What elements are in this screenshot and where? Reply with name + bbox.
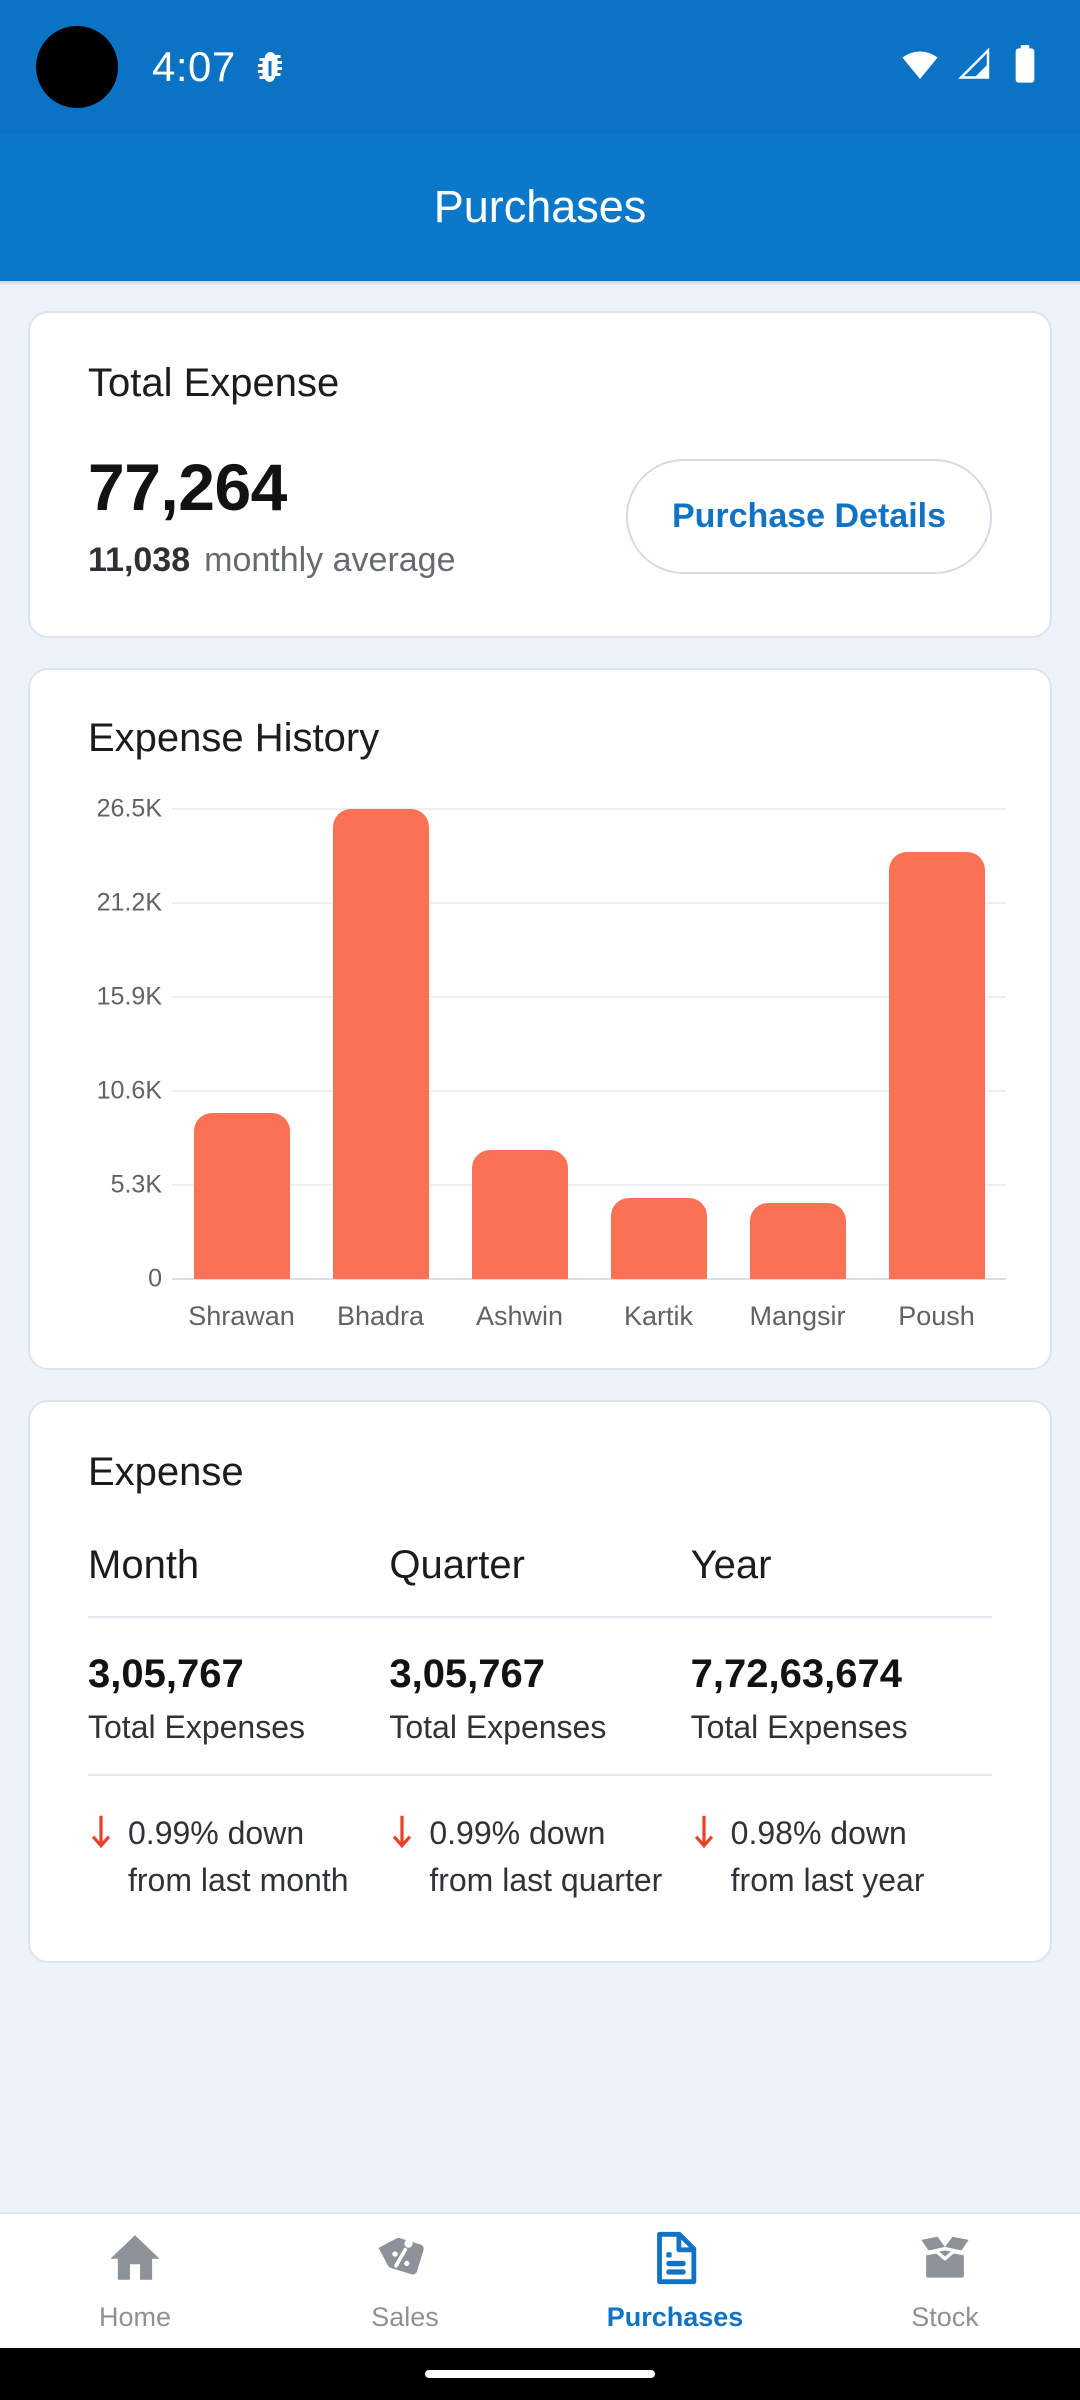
chart-y-tick: 10.6K [96,1076,162,1105]
status-bar: 4:07 [0,0,1080,133]
scroll-content[interactable]: Total Expense 77,264 11,038 monthly avera… [0,285,1080,2216]
expense-trend-text-quarter: 0.99% down from last quarter [429,1815,663,1898]
expense-header-year: Year [690,1543,772,1588]
chart-y-tick: 21.2K [96,888,162,917]
expense-trend-text-month: 0.99% down from last month [128,1815,349,1898]
chart-bar-slot[interactable] [450,809,589,1280]
chart-x-label: Kartik [623,1301,694,1332]
monthly-average-value: 11,038 [88,541,191,580]
nav-label-home: Home [98,2302,172,2332]
expense-caption-quarter: Total Expenses [389,1709,607,1746]
expense-history-title: Expense History [88,716,380,761]
expense-column-year: Year [691,1543,992,1588]
cellular-signal-icon [958,46,994,87]
system-gesture-bar [0,2348,1080,2400]
expense-amount-month: 3,05,767 [88,1652,244,1697]
expense-trend-text-year: 0.98% down from last year [730,1815,925,1898]
battery-icon [1012,44,1038,89]
chart-x-label: Bhadra [336,1301,425,1332]
expense-trends-row: 0.99% down from last month 0.99% down from… [88,1810,992,1903]
chart-y-tick: 15.9K [96,982,162,1011]
arrow-down-icon [88,1814,114,1862]
chart-bar-slot[interactable] [867,809,1006,1280]
expense-history-chart[interactable]: 0 5.3K 10.6K 15.9K 21.2K 26.5K [60,795,1006,1293]
chart-bar[interactable] [332,809,429,1280]
expense-header-row: Month Quarter Year [88,1543,992,1588]
chart-x-label: Poush [898,1301,975,1332]
arrow-down-icon [691,1814,717,1862]
total-expense-card: Total Expense 77,264 11,038 monthly avera… [28,311,1052,639]
expense-column-month: Month [88,1543,389,1588]
camera-punch-hole [36,25,118,108]
total-expense-row: 77,264 11,038 monthly average Purchase De… [88,450,992,580]
chart-y-tick: 26.5K [96,794,162,823]
chart-y-tick: 0 [148,1264,162,1293]
status-bar-clock: 4:07 [152,42,236,90]
expense-divider-bottom [88,1774,992,1777]
bottom-navigation-bar: Home Sales Purchases Stock [0,2212,1080,2348]
nav-item-stock[interactable]: Stock [810,2229,1080,2333]
expense-header-month: Month [88,1543,200,1588]
expense-value-quarter: 3,05,767 Total Expenses [389,1652,690,1746]
monthly-average: 11,038 monthly average [88,541,456,580]
wifi-icon [900,44,940,89]
gesture-pill[interactable] [425,2370,655,2378]
page-title: Purchases [433,181,647,232]
chart-bar[interactable] [193,1112,290,1280]
expense-amount-year: 7,72,63,674 [690,1652,902,1697]
expense-trend-quarter: 0.99% down from last quarter [389,1810,690,1903]
monthly-average-label: monthly average [204,541,456,580]
expense-caption-month: Total Expenses [88,1709,306,1746]
app-bar: Purchases [0,133,1080,281]
chart-x-label: Ashwin [475,1301,564,1332]
chart-x-label: Shrawan [188,1301,295,1332]
chart-plot-area [172,808,1006,1281]
chart-x-label: Mangsir [749,1301,846,1332]
status-bar-icons [900,44,1038,89]
chart-bars [172,809,1006,1280]
expense-column-quarter: Quarter [389,1543,690,1588]
chart-x-axis-labels: Shrawan Bhadra Ashwin Kartik Mangsir Poush [172,1301,1006,1332]
chart-bar-slot[interactable] [728,809,867,1280]
nav-item-sales[interactable]: Sales [270,2229,540,2333]
chart-bar[interactable] [610,1197,707,1280]
expense-value-year: 7,72,63,674 Total Expenses [691,1652,992,1746]
expense-summary-title: Expense [88,1450,244,1495]
purchase-details-button[interactable]: Purchase Details [625,458,992,574]
invoice-document-icon [646,2229,704,2292]
chart-bar[interactable] [888,851,985,1280]
total-expense-amount: 77,264 [88,450,287,524]
nav-item-home[interactable]: Home [0,2229,270,2333]
expense-summary-card: Expense Month Quarter Year 3,05,767 Tota… [28,1400,1052,1964]
arrow-down-icon [389,1814,415,1862]
nav-label-purchases: Purchases [606,2302,744,2332]
chart-y-tick: 5.3K [110,1170,162,1199]
expense-divider-top [88,1616,992,1619]
chart-y-axis: 0 5.3K 10.6K 15.9K 21.2K 26.5K [60,795,172,1293]
expense-trend-month: 0.99% down from last month [88,1810,389,1903]
total-expense-title: Total Expense [88,361,340,405]
total-expense-figures: 77,264 11,038 monthly average [88,450,456,580]
chart-bar-slot[interactable] [172,809,311,1280]
chart-bar[interactable] [471,1149,568,1280]
expense-amount-quarter: 3,05,767 [389,1652,546,1697]
price-tag-percent-icon [376,2229,434,2292]
expense-trend-year: 0.98% down from last year [691,1810,992,1903]
expense-header-quarter: Quarter [389,1543,525,1588]
chart-bar[interactable] [749,1203,846,1280]
nav-item-purchases[interactable]: Purchases [540,2229,810,2333]
expense-caption-year: Total Expenses [690,1709,908,1746]
nav-label-sales: Sales [371,2302,439,2332]
chart-bar-slot[interactable] [311,809,450,1280]
open-box-icon [916,2229,974,2292]
expense-values-row: 3,05,767 Total Expenses 3,05,767 Total E… [88,1652,992,1746]
expense-value-month: 3,05,767 Total Expenses [88,1652,389,1746]
chart-bar-slot[interactable] [589,809,728,1280]
expense-history-card: Expense History 0 5.3K 10.6K 15.9K 21.2K 26.5… [28,668,1052,1371]
bug-icon [252,49,288,85]
home-icon [106,2229,164,2292]
nav-label-stock: Stock [911,2302,979,2332]
